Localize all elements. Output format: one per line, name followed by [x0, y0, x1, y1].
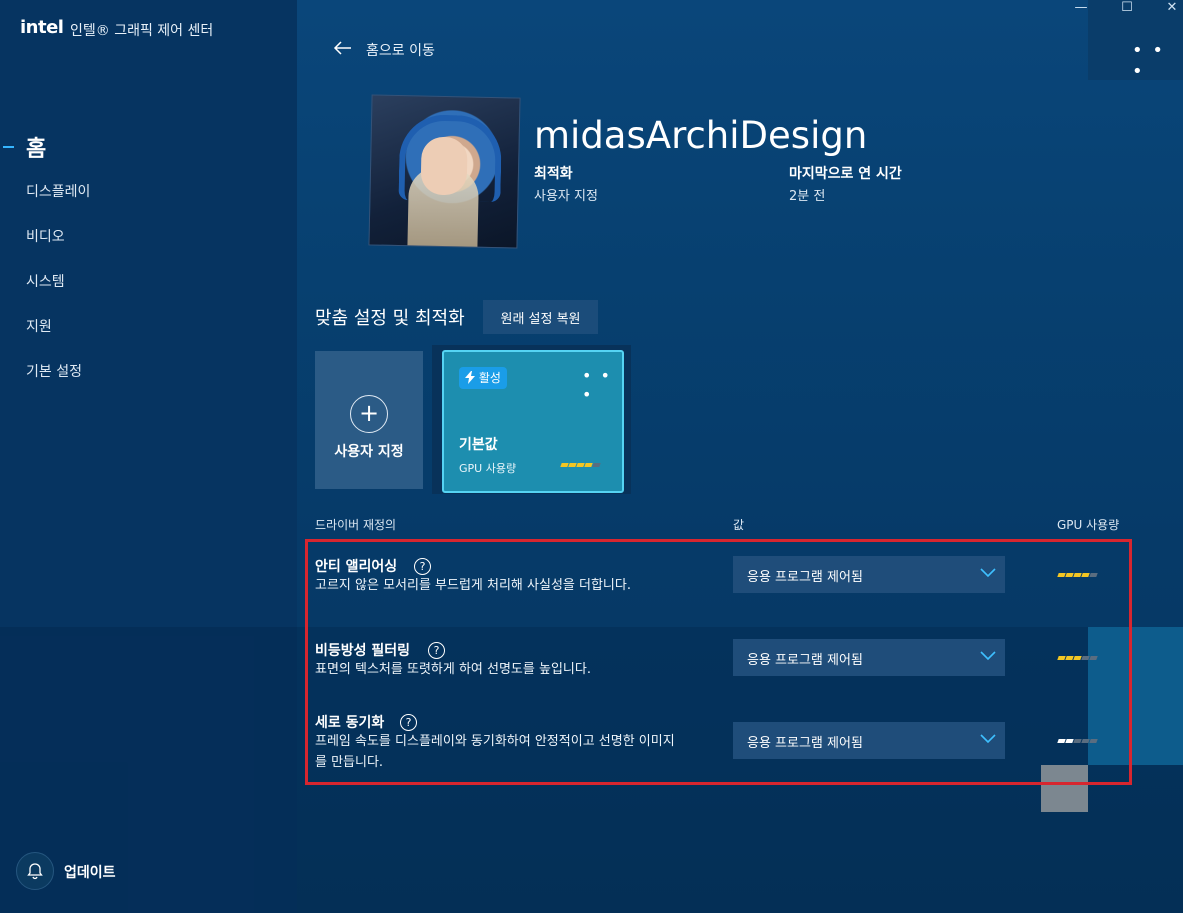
back-arrow-icon[interactable]	[333, 40, 353, 56]
lightning-icon	[465, 371, 475, 384]
setting-antialiasing-desc: 고르지 않은 모서리를 부드럽게 처리해 사실성을 더합니다.	[315, 578, 631, 593]
chevron-down-icon	[980, 734, 996, 744]
gpu-usage-meter	[1057, 739, 1098, 743]
gpu-usage-meter	[1057, 573, 1098, 577]
active-profile-card[interactable]: 활성 • • • 기본값 GPU 사용량	[442, 350, 624, 493]
plus-icon: +	[350, 395, 388, 433]
last-opened-value: 2분 전	[789, 189, 826, 204]
close-button[interactable]: ✕	[1157, 0, 1183, 18]
reset-defaults-button[interactable]: 원래 설정 복원	[483, 300, 598, 334]
chevron-down-icon	[980, 651, 996, 661]
vsync-dropdown[interactable]: 응용 프로그램 제어됨	[733, 722, 1005, 759]
setting-vsync-desc: 프레임 속도를 디스플레이와 동기화하여 안정적이고 선명한 이미지를 만듭니다…	[315, 734, 675, 770]
sidebar-item-display[interactable]: 디스플레이	[26, 181, 90, 201]
gpu-meter-segment	[1089, 656, 1098, 660]
more-options-icon[interactable]: • • •	[1132, 40, 1183, 82]
dropdown-value: 응용 프로그램 제어됨	[747, 736, 863, 751]
sidebar-item-home[interactable]: 홈	[26, 131, 46, 163]
dropdown-value: 응용 프로그램 제어됨	[747, 653, 863, 668]
game-avatar-image	[368, 94, 521, 249]
chevron-down-icon	[980, 568, 996, 578]
maximize-button[interactable]: ☐	[1112, 0, 1142, 18]
app-title: 인텔® 그래픽 제어 센터	[70, 23, 214, 39]
setting-anisotropic-name: 비등방성 필터링	[315, 643, 411, 659]
column-header-gpu: GPU 사용량	[1057, 518, 1120, 532]
column-header-driver: 드라이버 재정의	[315, 518, 397, 532]
add-custom-profile-card[interactable]: + 사용자 지정	[315, 351, 423, 489]
sidebar-item-video[interactable]: 비디오	[26, 226, 65, 246]
setting-vsync-name: 세로 동기화	[315, 715, 385, 731]
profile-title: midasArchiDesign	[534, 114, 868, 157]
profile-gpu-label: GPU 사용량	[459, 462, 517, 475]
active-badge: 활성	[459, 367, 507, 389]
last-opened-label: 마지막으로 연 시간	[789, 166, 902, 182]
setting-anisotropic-desc: 표면의 텍스처를 또렷하게 하여 선명도를 높입니다.	[315, 662, 591, 677]
help-icon[interactable]: ?	[414, 558, 431, 575]
bell-icon	[27, 863, 43, 880]
update-bell-button[interactable]	[16, 852, 54, 890]
profile-name: 기본값	[459, 437, 498, 453]
help-icon[interactable]: ?	[428, 642, 445, 659]
setting-antialiasing-name: 안티 앨리어싱	[315, 559, 398, 575]
optimization-value: 사용자 지정	[534, 189, 598, 204]
intel-logo: intel	[20, 17, 64, 38]
custom-card-label: 사용자 지정	[334, 444, 404, 460]
sidebar-item-system[interactable]: 시스템	[26, 271, 65, 291]
gpu-meter-segment	[1089, 573, 1098, 577]
column-header-value: 값	[733, 518, 745, 532]
active-badge-label: 활성	[478, 371, 501, 385]
customization-title: 맞춤 설정 및 최적화	[315, 308, 465, 329]
active-nav-indicator	[3, 146, 14, 148]
update-label[interactable]: 업데이트	[64, 862, 116, 882]
help-icon[interactable]: ?	[400, 714, 417, 731]
profile-more-icon[interactable]: • • •	[582, 366, 622, 404]
dropdown-value: 응용 프로그램 제어됨	[747, 570, 863, 585]
antialiasing-dropdown[interactable]: 응용 프로그램 제어됨	[733, 556, 1005, 593]
gpu-usage-meter	[1057, 656, 1098, 660]
sidebar-item-support[interactable]: 지원	[26, 316, 52, 336]
sidebar-item-preferences[interactable]: 기본 설정	[26, 361, 82, 381]
face-shape	[420, 136, 468, 196]
gpu-meter-segment	[1089, 739, 1098, 743]
gpu-meter-segment	[592, 463, 601, 467]
optimization-label: 최적화	[534, 166, 573, 182]
back-home-link[interactable]: 홈으로 이동	[366, 40, 435, 60]
anisotropic-dropdown[interactable]: 응용 프로그램 제어됨	[733, 639, 1005, 676]
gpu-usage-meter	[560, 463, 601, 467]
minimize-button[interactable]: —	[1066, 0, 1096, 18]
